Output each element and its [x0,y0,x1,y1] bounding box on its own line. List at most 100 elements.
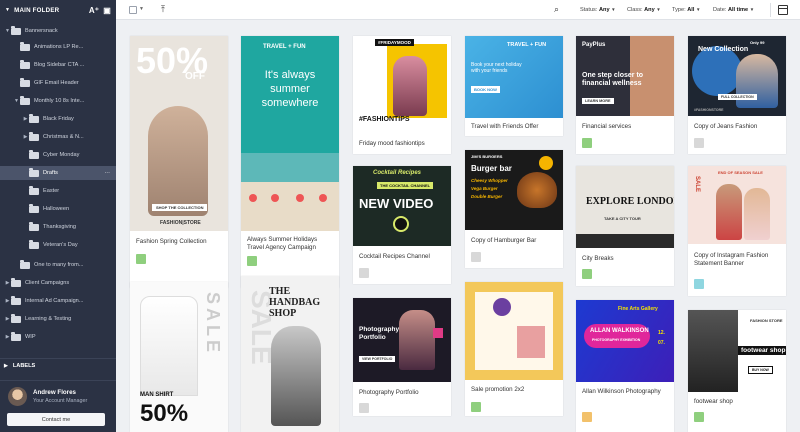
folder-icon [29,132,39,141]
caret-down-icon[interactable]: ▼ [5,7,10,13]
search-icon[interactable]: ⌕ [554,4,559,15]
caret-right-icon[interactable]: ▶ [4,316,11,322]
sidebar-folder-item[interactable]: GIF Email Header [0,76,116,90]
banner-thumbnail [465,282,563,380]
status-filter[interactable]: Status: Any ▼ [580,7,616,13]
folder-icon [29,186,39,195]
sidebar-folder-item[interactable]: ▶ Learning & Testing [0,312,116,326]
new-folder-icon[interactable]: ▣ [103,6,111,15]
divider [770,3,771,17]
banner-caption: Friday mood fashiontips [359,140,425,147]
banner-thumbnail: Only 99 New Collection FULL COLLECTION #… [688,36,786,116]
more-options-icon[interactable]: ··· [104,170,110,176]
sidebar-folder-item[interactable]: Halloween [0,202,116,216]
select-all-checkbox[interactable] [129,6,137,14]
banner-card[interactable]: TRAVEL + FUN Book your next holiday with… [465,36,563,136]
sidebar-item-label: Christmas & N... [43,134,84,140]
folder-icon [29,168,39,177]
sidebar-folder-item[interactable]: Cyber Monday [0,148,116,162]
label-swatch [582,138,592,148]
banner-card[interactable]: END OF SEASON SALE SALE Copy of Instagra… [688,166,786,296]
banner-card[interactable]: Photography Portfolio VIEW PORTFOLIO Pho… [353,298,451,416]
banner-card[interactable]: 50% OFF SHOP THE COLLECTION FASHION|STOR… [130,36,228,288]
banner-card[interactable]: EXPLORE LONDON TAKE A CITY TOUR City Bre… [576,166,674,286]
caret-right-icon[interactable]: ▶ [4,334,11,340]
caret-down-icon[interactable]: ▼ [4,28,11,34]
banner-card[interactable]: FASHION STORE footwear shop BUY NOW foot… [688,310,786,432]
avatar [8,387,27,406]
sidebar-folder-item[interactable]: ▶ Christmas & N... [0,130,116,144]
banner-card[interactable]: PayPlus One step closer to financial wel… [576,36,674,154]
chevron-down-icon: ▼ [611,7,616,12]
banner-card[interactable]: SALE THE HANDBAG SHOP [241,276,339,432]
folder-icon [11,278,21,287]
folder-icon [20,42,30,51]
sidebar-folder-item[interactable]: Veteran's Day [0,238,116,252]
labels-title: LABELS [12,362,36,369]
banner-thumbnail: 50% OFF SHOP THE COLLECTION FASHION|STOR… [130,36,228,231]
folder-icon [11,332,21,341]
banner-thumbnail: TRAVEL + FUN It's always summer somewher… [241,36,339,231]
calendar-icon[interactable] [778,5,788,15]
chevron-down-icon: ▼ [749,7,755,12]
type-filter[interactable]: Type: All ▼ [672,7,700,13]
banner-card[interactable]: #FRIDAYMOOD #FASHIONTIPS Friday mood fas… [353,36,451,154]
banner-thumbnail: END OF SEASON SALE SALE [688,166,786,244]
banner-caption: Cocktail Recipes Channel [359,253,430,260]
banner-card[interactable]: Only 99 New Collection FULL COLLECTION #… [688,36,786,154]
banner-card[interactable]: SALE MAN SHIRT 50% [130,282,228,432]
sidebar-folder-item[interactable]: One to many from... [0,258,116,272]
banner-caption: Sale promotion 2x2 [471,386,525,393]
account-manager: Andrew Flores Your Account Manager Conta… [0,380,116,432]
folder-icon [20,260,30,269]
label-swatch [471,402,481,412]
class-filter[interactable]: Class: Any ▼ [627,7,661,13]
banner-thumbnail: TRAVEL + FUN Book your next holiday with… [465,36,563,118]
add-user-icon[interactable]: A⁺ [89,6,99,15]
sidebar-folder-item[interactable]: Blog Sidebar CTA ... [0,58,116,72]
folder-icon [29,240,39,249]
sidebar-folder-item[interactable]: ▶ WIP [0,330,116,344]
sidebar-folder-item[interactable]: Easter [0,184,116,198]
sidebar-folder-item[interactable]: ▶ Client Campaigns [0,276,116,290]
caret-right-icon[interactable]: ▶ [22,134,29,140]
sidebar-item-label: Cyber Monday [43,152,80,158]
caret-right-icon[interactable]: ▶ [22,116,29,122]
sidebar-folder-item[interactable]: ▶ Internal Ad Campaign... [0,294,116,308]
banner-thumbnail: Fine Arts Gallery ALLAN WALKINSON PHOTOG… [576,300,674,382]
chevron-down-icon[interactable]: ▼ [139,6,144,12]
banner-thumbnail: Cocktail Recipes THE COCKTAIL CHANNEL NE… [353,166,451,246]
label-swatch [359,268,369,278]
labels-section[interactable]: ▶ LABELS [0,358,116,372]
banner-caption: Always Summer Holidays Travel Agency Cam… [247,236,318,251]
sidebar-folder-item[interactable]: Animations LP Re... [0,40,116,54]
banner-card[interactable]: Fine Arts Gallery ALLAN WALKINSON PHOTOG… [576,300,674,432]
sidebar-folder-item[interactable]: Drafts ··· [0,166,116,180]
chevron-down-icon: ▼ [695,7,701,12]
label-swatch [694,279,704,289]
banner-caption: Copy of Instagram Fashion Statement Bann… [694,252,769,267]
folder-icon [11,26,21,35]
sidebar-folder-item[interactable]: ▼ Monthly 10 8s Inte... [0,94,116,108]
sidebar-folder-item[interactable]: Thanksgiving [0,220,116,234]
sidebar-item-label: Bannersnack [25,28,58,34]
banner-card[interactable]: TRAVEL + FUN It's always summer somewher… [241,36,339,288]
label-swatch [136,254,146,264]
caret-right-icon[interactable]: ▶ [4,298,11,304]
caret-down-icon[interactable]: ▼ [13,98,20,104]
banner-card[interactable]: JIM'S BURGERS Burger bar Cheesy Whopper … [465,150,563,268]
banner-thumbnail: PayPlus One step closer to financial wel… [576,36,674,116]
banner-grid: 50% OFF SHOP THE COLLECTION FASHION|STOR… [116,20,800,432]
sidebar-header: ▼ MAIN FOLDER A⁺ ▣ [0,0,116,20]
banner-card[interactable]: Cocktail Recipes THE COCKTAIL CHANNEL NE… [353,166,451,284]
banner-card[interactable]: Sale promotion 2x2 [465,282,563,416]
label-swatch [359,403,369,413]
chevron-down-icon: ▼ [656,7,661,12]
sidebar-folder-item[interactable]: ▶ Black Friday [0,112,116,126]
sidebar-folder-item[interactable]: ▼ Bannersnack [0,24,116,38]
date-filter[interactable]: Date: All time ▼ [713,7,754,13]
banner-caption: Photography Portfolio [359,389,419,396]
contact-me-button[interactable]: Contact me [7,413,105,426]
upload-icon[interactable]: ⤒ [161,4,165,15]
caret-right-icon[interactable]: ▶ [4,280,11,286]
